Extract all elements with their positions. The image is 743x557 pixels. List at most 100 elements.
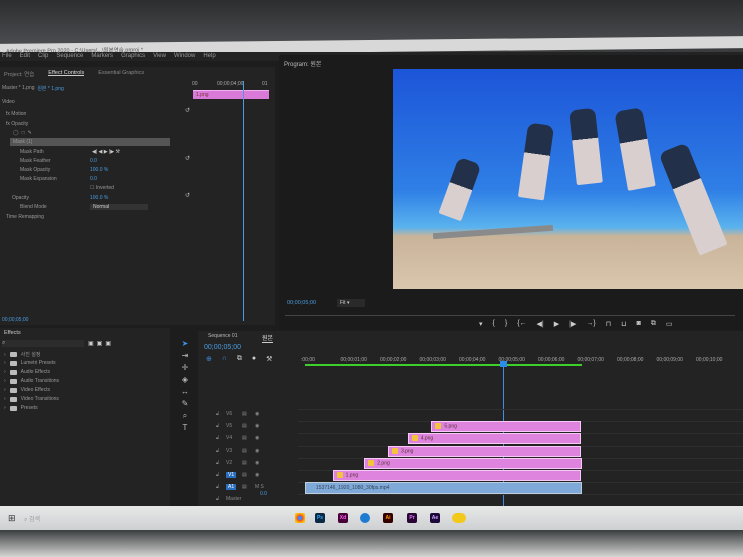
track-name[interactable]: V4 xyxy=(226,435,232,441)
inverted-checkbox[interactable]: ☐ Inverted xyxy=(90,184,114,192)
ellipse-mask-icon[interactable]: ◯ xyxy=(13,130,19,136)
mark-out-icon[interactable]: } xyxy=(505,320,507,328)
sync-icon[interactable]: ▤ xyxy=(242,448,247,454)
menu-help[interactable]: Help xyxy=(203,53,215,61)
lock-icon[interactable]: 🔓︎ xyxy=(216,484,219,490)
track-name[interactable]: V2 xyxy=(226,460,232,466)
step-forward-icon[interactable]: |▶ xyxy=(569,320,576,328)
track-name[interactable]: V1 xyxy=(226,472,237,478)
sync-icon[interactable]: ▤ xyxy=(242,435,247,441)
pen-tool-icon[interactable]: ✎ xyxy=(180,399,190,408)
track-name[interactable]: A1 xyxy=(226,484,237,491)
motion-row[interactable]: fx Motion xyxy=(6,110,26,118)
eye-icon[interactable]: ◉ xyxy=(255,472,259,478)
track-name[interactable]: V6 xyxy=(226,411,232,417)
zoom-tool-icon[interactable]: ⌕ xyxy=(180,411,190,421)
mute-icon[interactable]: M S xyxy=(255,484,264,490)
menu-edit[interactable]: Edit xyxy=(20,53,30,61)
sync-icon[interactable]: ▤ xyxy=(242,484,247,490)
reset-icon[interactable]: ↺ xyxy=(185,107,190,114)
eye-icon[interactable]: ◉ xyxy=(255,423,259,429)
video-clip[interactable]: 4.png xyxy=(407,433,582,445)
sync-icon[interactable]: ▤ xyxy=(242,460,247,466)
menu-graphics[interactable]: Graphics xyxy=(121,53,145,61)
audio-clip[interactable]: 1537146_1920_1080_30fps.mp4 xyxy=(305,482,582,495)
menu-window[interactable]: Window xyxy=(174,53,195,61)
track-header-v5[interactable]: 🔓︎ V5 ▤ ◉ xyxy=(198,421,298,432)
lock-icon[interactable]: 🔓︎ xyxy=(216,423,219,429)
track-header-v4[interactable]: 🔓︎ V4 ▤ ◉ xyxy=(198,433,298,444)
track-name[interactable]: V3 xyxy=(226,448,232,454)
lock-icon[interactable]: 🔓︎ xyxy=(216,460,219,466)
track-header-a1[interactable]: 🔓︎ A1 ▤ M S xyxy=(198,482,298,493)
effects-folder[interactable]: › Video Effects xyxy=(4,387,50,393)
lift-icon[interactable]: ⊓ xyxy=(606,320,611,328)
pen-mask-icon[interactable]: ✎ xyxy=(28,130,32,136)
photoshop-icon[interactable]: Ps xyxy=(315,513,325,523)
lock-icon[interactable]: 🔓︎ xyxy=(216,411,219,417)
mask-row[interactable]: Mask (1) xyxy=(10,138,170,146)
illustrator-icon[interactable]: Ai xyxy=(383,513,393,523)
tab-sequence-original[interactable]: 원본 xyxy=(262,333,274,343)
chrome-icon[interactable] xyxy=(295,513,305,523)
reset-icon[interactable]: ↺ xyxy=(185,192,190,199)
lock-icon[interactable]: 🔓︎ xyxy=(216,448,219,454)
video-clip[interactable]: 3.png xyxy=(387,445,582,457)
eye-icon[interactable]: ◉ xyxy=(255,460,259,466)
taskbar-search[interactable]: ⌕ 검색 xyxy=(24,514,40,524)
effect-controls-timecode[interactable]: 00;00;05;00 xyxy=(2,317,28,323)
track-mask-controls[interactable]: ◀| ◀ ▶ |▶ ⚒ xyxy=(92,149,120,155)
program-scrubber[interactable] xyxy=(285,315,735,316)
timeline-timecode[interactable]: 00;00;05;00 xyxy=(204,344,241,351)
sync-icon[interactable]: ▤ xyxy=(242,411,247,417)
razor-tool-icon[interactable]: ◈ xyxy=(180,375,190,384)
menu-file[interactable]: File xyxy=(2,53,12,61)
effects-folder[interactable]: › Audio Transitions xyxy=(4,378,59,384)
lock-icon[interactable]: 🔓︎ xyxy=(216,472,219,478)
mini-clip[interactable]: 1.png xyxy=(193,90,269,99)
clip-selector[interactable]: 원본 * 1.png xyxy=(37,85,63,92)
menu-clip[interactable]: Clip xyxy=(38,53,48,61)
effects-search-input[interactable]: ⌕ xyxy=(2,340,84,347)
tab-sequence-01[interactable]: Sequence 01 xyxy=(208,333,237,339)
menu-markers[interactable]: Markers xyxy=(91,53,113,61)
track-header-master[interactable]: 🔓︎ Master xyxy=(198,494,298,505)
windows-start-icon[interactable]: ⊞ xyxy=(8,513,16,524)
effects-filter-icons[interactable]: ▣▣▣ xyxy=(88,340,114,347)
program-timecode[interactable]: 00;00;05;00 xyxy=(287,300,316,306)
reset-icon[interactable]: ↺ xyxy=(185,155,190,162)
master-value[interactable]: 0.0 xyxy=(260,491,267,497)
blend-mode-dropdown[interactable]: Normal xyxy=(90,204,148,210)
sync-icon[interactable]: ▤ xyxy=(242,423,247,429)
safe-margins-icon[interactable]: ▭ xyxy=(666,320,673,328)
track-name[interactable]: V5 xyxy=(226,423,232,429)
effects-folder[interactable]: › Audio Effects xyxy=(4,369,50,375)
effects-folder[interactable]: › 사진 설정 xyxy=(4,351,40,359)
eye-icon[interactable]: ◉ xyxy=(255,448,259,454)
tab-effect-controls[interactable]: Effect Controls xyxy=(48,70,85,76)
tab-project[interactable]: Project: 연습 xyxy=(4,70,34,78)
track-header-v6[interactable]: 🔓︎ V6 ▤ ◉ xyxy=(198,409,298,420)
camera-icon[interactable]: ◙ xyxy=(637,320,641,328)
video-clip[interactable]: 2.png xyxy=(364,457,582,469)
extract-icon[interactable]: ⊔ xyxy=(621,320,626,328)
slip-tool-icon[interactable]: ↔ xyxy=(180,387,190,396)
after-effects-icon[interactable]: Ae xyxy=(430,513,440,523)
play-icon[interactable]: ▶ xyxy=(554,320,559,328)
effects-folder[interactable]: › Video Transitions xyxy=(4,396,59,402)
xd-icon[interactable]: Xd xyxy=(338,513,348,523)
selection-tool-icon[interactable]: ➤ xyxy=(180,339,190,348)
time-ruler[interactable]: :00;00 00;00;01;00 00;00;02;00 00;00;03;00 0… xyxy=(198,351,743,363)
track-header-v3[interactable]: 🔓︎ V3 ▤ ◉ xyxy=(198,446,298,457)
video-clip[interactable]: 5.png xyxy=(431,421,582,433)
menu-view[interactable]: View xyxy=(153,53,166,61)
video-clip[interactable]: 1.png xyxy=(332,470,582,481)
type-tool-icon[interactable]: T xyxy=(180,423,190,432)
effects-folder[interactable]: › Presets xyxy=(4,405,38,411)
tab-essential-graphics[interactable]: Essential Graphics xyxy=(98,70,144,76)
sync-icon[interactable]: ▤ xyxy=(242,472,247,478)
edge-icon[interactable] xyxy=(360,513,370,523)
menu-sequence[interactable]: Sequence xyxy=(56,53,83,61)
premiere-icon[interactable]: Pr xyxy=(407,513,417,523)
lock-icon[interactable]: 🔓︎ xyxy=(216,496,219,502)
